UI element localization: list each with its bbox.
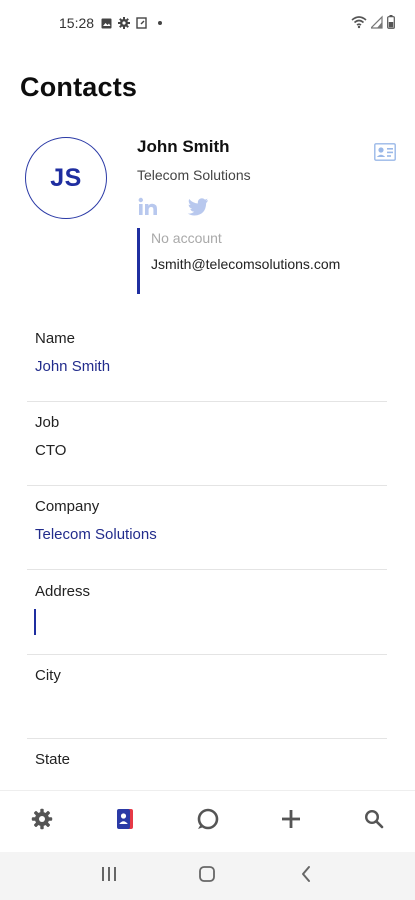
recent-apps-button[interactable] (89, 856, 129, 896)
text-cursor (34, 609, 36, 635)
name-field[interactable]: Name John Smith (27, 318, 387, 402)
account-block: No account Jsmith@telecomsolutions.com (137, 228, 352, 294)
field-value[interactable]: Telecom Solutions (35, 526, 157, 543)
contacts-icon (115, 807, 135, 836)
avatar-initials: JS (50, 163, 82, 192)
page-title: Contacts (20, 72, 138, 102)
job-field[interactable]: Job CTO (27, 402, 387, 486)
back-button[interactable] (286, 856, 326, 896)
social-links (137, 196, 209, 218)
city-field[interactable]: City (27, 655, 387, 739)
account-status: No account (151, 230, 222, 246)
linkedin-icon[interactable] (137, 196, 159, 218)
image-icon (100, 17, 112, 29)
field-label: Name (35, 330, 76, 347)
field-value[interactable]: John Smith (35, 358, 110, 375)
add-contact-button[interactable] (269, 800, 313, 844)
contact-name: John Smith (137, 137, 230, 156)
home-icon (198, 865, 216, 888)
field-label: City (35, 667, 61, 684)
twitter-icon[interactable] (187, 196, 209, 218)
search-icon (364, 809, 384, 834)
status-bar: 15:28 (0, 0, 415, 48)
contacts-nav-button[interactable] (103, 800, 147, 844)
gear-icon (31, 808, 53, 835)
chat-nav-button[interactable] (186, 800, 230, 844)
field-label: Job (35, 414, 60, 431)
plus-icon (281, 809, 301, 834)
status-time: 15:28 (59, 15, 95, 31)
contact-card-icon[interactable] (374, 143, 396, 161)
home-button[interactable] (187, 856, 227, 896)
signal-icon (369, 15, 383, 34)
company-field[interactable]: Company Telecom Solutions (27, 486, 387, 570)
dot-icon (154, 17, 166, 29)
bottom-nav (0, 790, 415, 852)
settings-nav-button[interactable] (20, 800, 64, 844)
status-left: 15:28 (59, 15, 166, 31)
avatar: JS (25, 137, 107, 219)
status-right (351, 15, 395, 34)
field-label: State (35, 751, 71, 768)
system-nav (0, 852, 415, 900)
screenshot-icon (136, 17, 148, 29)
search-nav-button[interactable] (352, 800, 396, 844)
field-label: Address (35, 583, 91, 600)
gear-icon (118, 17, 131, 29)
battery-icon (387, 15, 395, 34)
back-icon (299, 865, 313, 888)
address-field[interactable]: Address (27, 571, 387, 655)
field-value[interactable]: CTO (35, 442, 66, 459)
contact-company: Telecom Solutions (137, 167, 251, 183)
field-label: Company (35, 498, 100, 515)
recent-apps-icon (100, 866, 118, 887)
chat-icon (196, 808, 220, 835)
wifi-icon (351, 15, 367, 34)
contact-email[interactable]: Jsmith@telecomsolutions.com (151, 254, 352, 274)
state-field[interactable]: State (27, 739, 387, 789)
